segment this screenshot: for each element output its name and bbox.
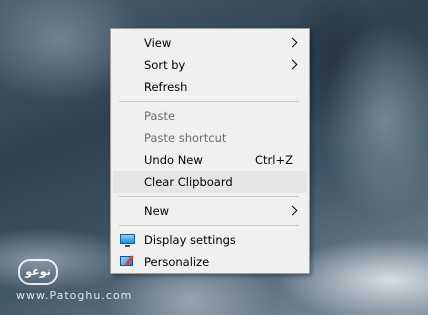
menu-item-label: Undo New xyxy=(144,153,203,167)
display-settings-icon xyxy=(120,234,135,247)
menu-item-label: New xyxy=(144,204,170,218)
menu-item-paste[interactable]: Paste xyxy=(113,105,307,127)
keyboard-shortcut: Ctrl+Z xyxy=(255,153,293,167)
menu-item-label: Refresh xyxy=(144,80,188,94)
chevron-right-icon xyxy=(287,37,298,48)
menu-item-paste-shortcut[interactable]: Paste shortcut xyxy=(113,127,307,149)
menu-separator xyxy=(119,196,299,197)
menu-item-display-settings[interactable]: Display settings xyxy=(113,229,307,251)
menu-item-clear-clipboard[interactable]: Clear Clipboard xyxy=(113,171,307,193)
menu-item-new[interactable]: New xyxy=(113,200,307,222)
menu-item-label: Paste xyxy=(144,109,176,123)
chevron-right-icon xyxy=(287,205,298,216)
chevron-right-icon xyxy=(287,59,298,70)
menu-separator xyxy=(119,225,299,226)
menu-item-label: Display settings xyxy=(144,233,236,247)
menu-separator xyxy=(119,101,299,102)
personalize-icon xyxy=(120,255,135,267)
menu-item-personalize[interactable]: Personalize xyxy=(113,251,307,273)
menu-item-label: Clear Clipboard xyxy=(144,175,233,189)
menu-item-sort-by[interactable]: Sort by xyxy=(113,54,307,76)
watermark-logo: ﺗﻮﻏﻮ xyxy=(18,259,58,285)
watermark-url: www.Patoghu.com xyxy=(16,289,133,302)
menu-item-refresh[interactable]: Refresh xyxy=(113,76,307,98)
menu-item-undo-new[interactable]: Undo New Ctrl+Z xyxy=(113,149,307,171)
menu-item-view[interactable]: View xyxy=(113,32,307,54)
menu-item-label: Personalize xyxy=(144,255,210,269)
desktop-context-menu: View Sort by Refresh Paste Paste shortcu… xyxy=(110,28,310,274)
menu-item-label: View xyxy=(144,36,172,50)
menu-item-label: Paste shortcut xyxy=(144,131,227,145)
menu-item-label: Sort by xyxy=(144,58,186,72)
